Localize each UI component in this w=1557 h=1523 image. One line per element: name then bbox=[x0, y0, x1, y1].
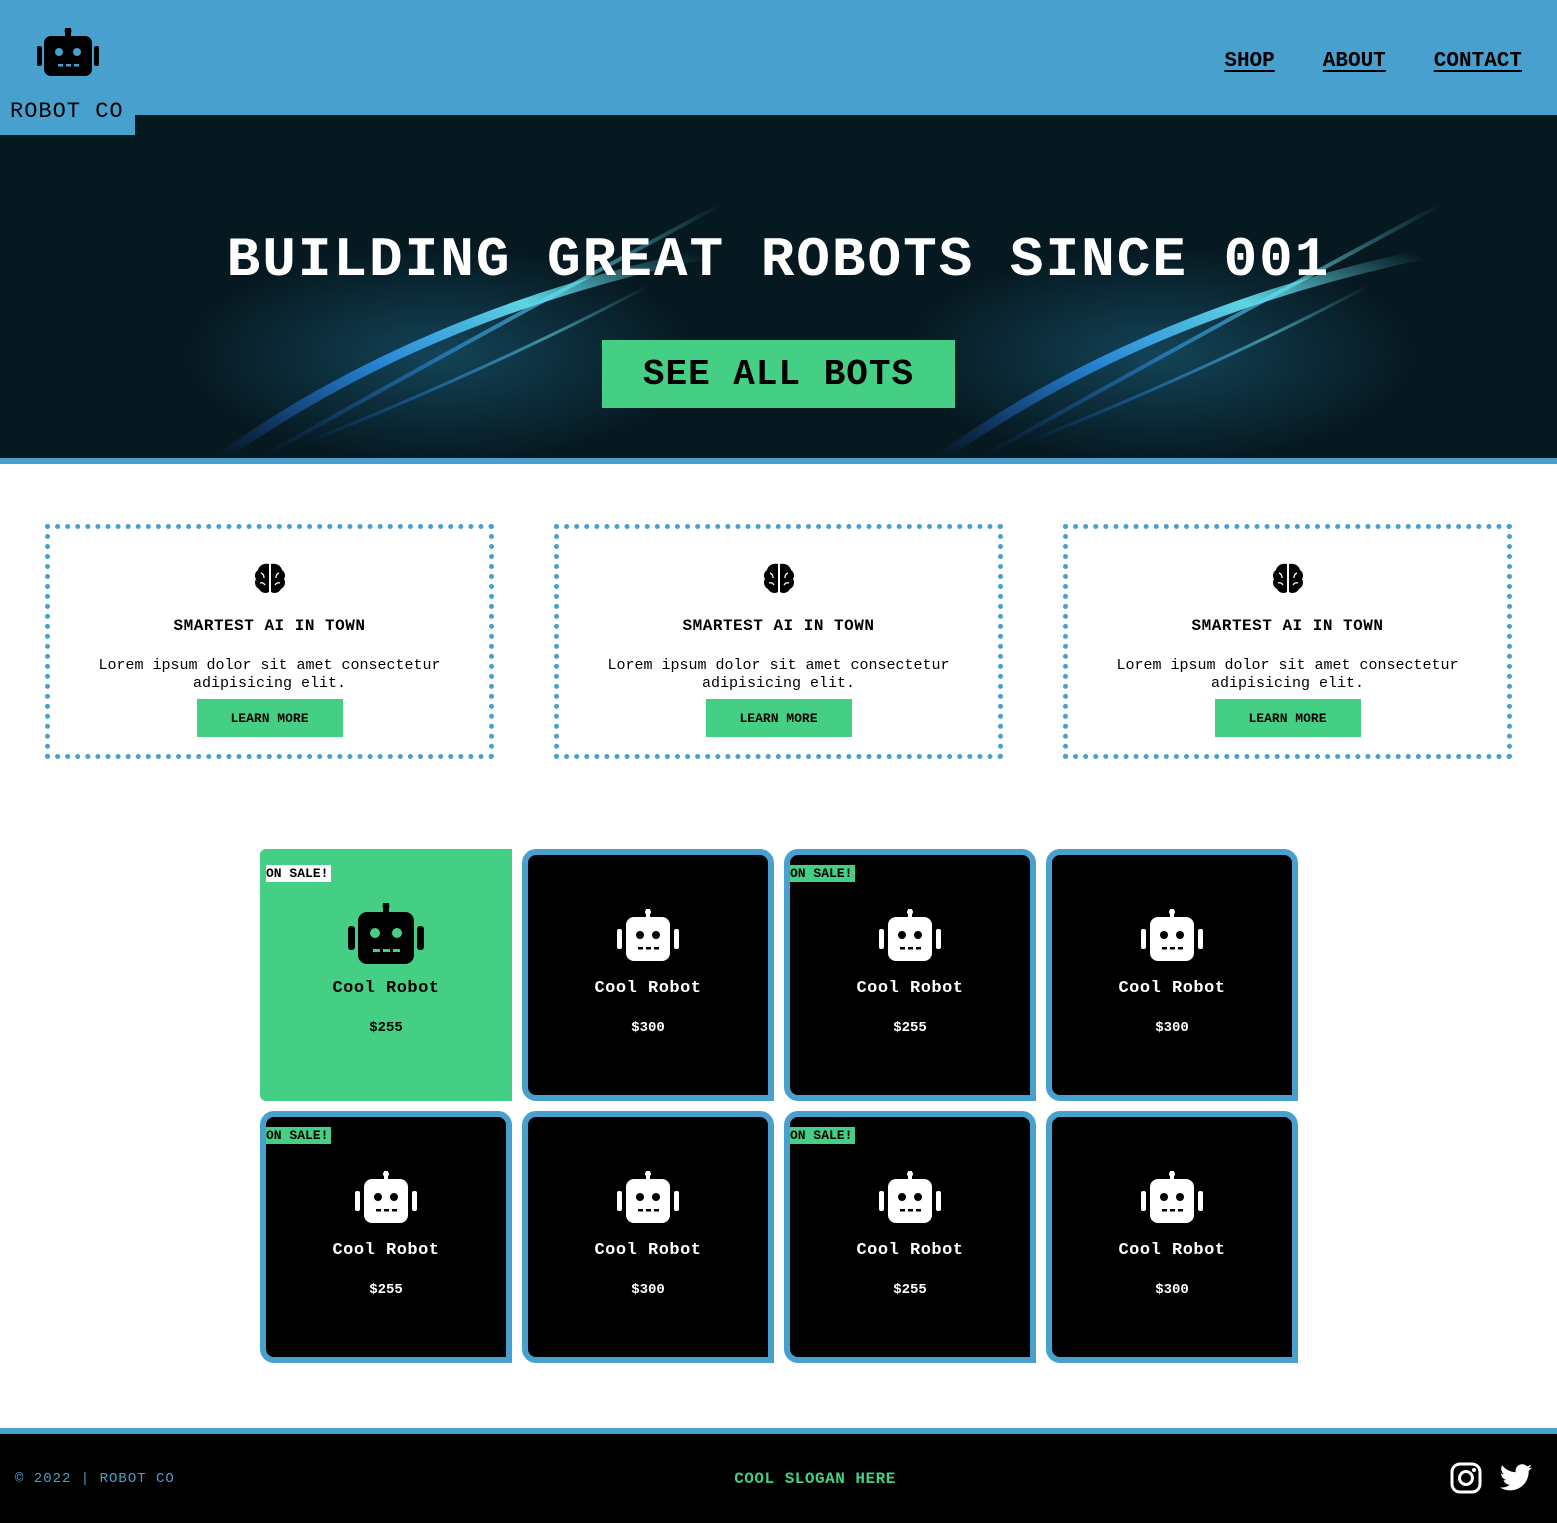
feature-text: Lorem ipsum dolor sit amet consectetur a… bbox=[98, 657, 441, 692]
brand-name: ROBOT CO bbox=[10, 99, 124, 124]
on-sale-badge: ON SALE! bbox=[790, 865, 856, 882]
product-price: $255 bbox=[893, 1020, 927, 1036]
product-card[interactable]: ON SALE! Cool Robot $255 bbox=[784, 1111, 1036, 1363]
feature-title: SMARTEST AI IN TOWN bbox=[682, 617, 875, 635]
product-price: $255 bbox=[369, 1282, 403, 1298]
product-card[interactable]: ON SALE! Cool Robot $255 bbox=[784, 849, 1036, 1101]
product-price: $300 bbox=[631, 1282, 665, 1298]
on-sale-badge: ON SALE! bbox=[266, 865, 332, 882]
product-name: Cool Robot bbox=[594, 979, 702, 998]
hero-divider bbox=[0, 458, 1557, 464]
product-card[interactable]: Cool Robot $300 bbox=[1046, 849, 1298, 1101]
instagram-icon[interactable] bbox=[1450, 1462, 1482, 1494]
brain-icon bbox=[1272, 563, 1303, 593]
product-price: $255 bbox=[893, 1282, 927, 1298]
footer-slogan: COOL SLOGAN HERE bbox=[734, 1470, 896, 1488]
feature-card: SMARTEST AI IN TOWN Lorem ipsum dolor si… bbox=[554, 524, 1003, 759]
product-price: $300 bbox=[631, 1020, 665, 1036]
nav-shop-link[interactable]: SHOP bbox=[1224, 50, 1274, 73]
product-card[interactable]: ON SALE! Cool Robot $255 bbox=[260, 1111, 512, 1363]
learn-more-button[interactable]: LEARN MORE bbox=[705, 699, 852, 737]
product-name: Cool Robot bbox=[1118, 979, 1226, 998]
nav-contact-link[interactable]: CONTACT bbox=[1434, 50, 1522, 73]
product-card[interactable]: Cool Robot $300 bbox=[522, 1111, 774, 1363]
product-name: Cool Robot bbox=[856, 1241, 964, 1260]
learn-more-button[interactable]: LEARN MORE bbox=[196, 699, 343, 737]
feature-text: Lorem ipsum dolor sit amet consectetur a… bbox=[607, 657, 950, 692]
product-name: Cool Robot bbox=[856, 979, 964, 998]
robot-icon bbox=[617, 909, 679, 961]
product-name: Cool Robot bbox=[1118, 1241, 1226, 1260]
nav-about-link[interactable]: ABOUT bbox=[1323, 50, 1386, 73]
learn-more-button[interactable]: LEARN MORE bbox=[1214, 699, 1361, 737]
product-name: Cool Robot bbox=[332, 1241, 440, 1260]
twitter-icon[interactable] bbox=[1499, 1462, 1533, 1494]
feature-title: SMARTEST AI IN TOWN bbox=[173, 617, 366, 635]
see-all-bots-button[interactable]: SEE ALL BOTS bbox=[602, 340, 955, 408]
robot-icon bbox=[1141, 909, 1203, 961]
on-sale-badge: ON SALE! bbox=[790, 1127, 856, 1144]
feature-title: SMARTEST AI IN TOWN bbox=[1191, 617, 1384, 635]
feature-card: SMARTEST AI IN TOWN Lorem ipsum dolor si… bbox=[45, 524, 494, 759]
robot-icon bbox=[879, 1171, 941, 1223]
main-nav: SHOP ABOUT CONTACT bbox=[1224, 50, 1522, 73]
brain-icon bbox=[763, 563, 794, 593]
product-name: Cool Robot bbox=[332, 979, 440, 998]
brain-icon bbox=[254, 563, 285, 593]
feature-text: Lorem ipsum dolor sit amet consectetur a… bbox=[1116, 657, 1459, 692]
robot-icon bbox=[348, 903, 424, 964]
product-name: Cool Robot bbox=[594, 1241, 702, 1260]
hero-banner: BUILDING GREAT ROBOTS SINCE 001 SEE ALL … bbox=[0, 115, 1557, 458]
hero-title: BUILDING GREAT ROBOTS SINCE 001 bbox=[226, 228, 1331, 292]
robot-icon bbox=[37, 28, 99, 76]
robot-icon bbox=[355, 1171, 417, 1223]
site-footer: © 2022 | ROBOT CO COOL SLOGAN HERE bbox=[0, 1434, 1557, 1523]
product-price: $255 bbox=[369, 1020, 403, 1036]
product-price: $300 bbox=[1155, 1020, 1189, 1036]
site-header: SHOP ABOUT CONTACT bbox=[0, 0, 1557, 115]
robot-icon bbox=[617, 1171, 679, 1223]
robot-icon bbox=[879, 909, 941, 961]
robot-icon bbox=[1141, 1171, 1203, 1223]
product-card[interactable]: Cool Robot $300 bbox=[1046, 1111, 1298, 1363]
brand-logo[interactable]: ROBOT CO bbox=[0, 0, 135, 135]
product-price: $300 bbox=[1155, 1282, 1189, 1298]
product-card[interactable]: ON SALE! Cool Robot $255 bbox=[260, 849, 512, 1101]
on-sale-badge: ON SALE! bbox=[266, 1127, 332, 1144]
product-card[interactable]: Cool Robot $300 bbox=[522, 849, 774, 1101]
feature-card: SMARTEST AI IN TOWN Lorem ipsum dolor si… bbox=[1063, 524, 1512, 759]
